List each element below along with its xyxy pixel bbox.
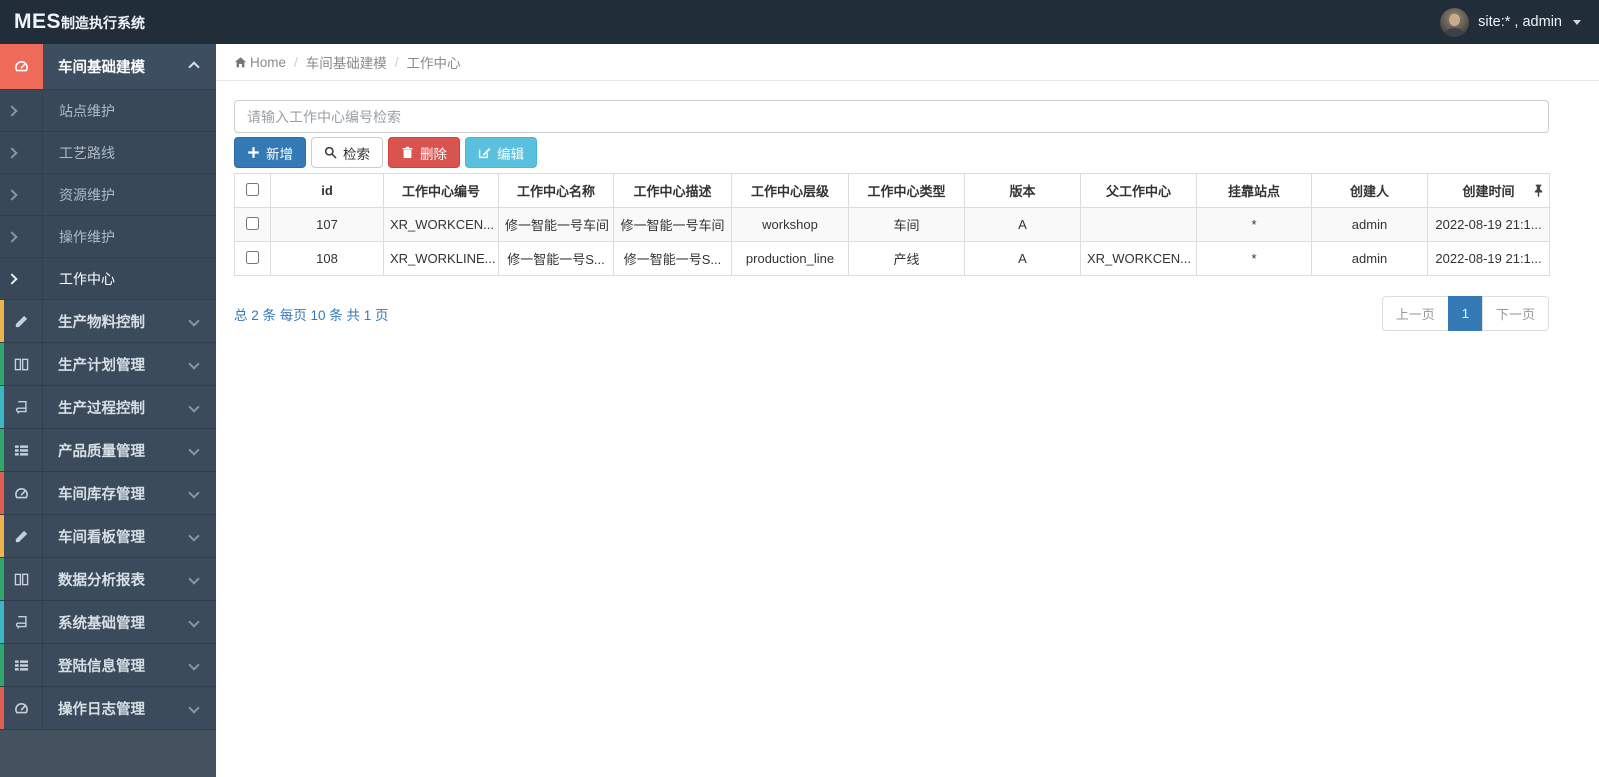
search-button[interactable]: 检索 [311,137,383,168]
trash-icon [402,146,413,159]
sidebar-item-process-control[interactable]: 生产过程控制 [0,386,216,429]
column-header-name: 工作中心名称 [498,173,614,208]
sidebar-item-kanban-management[interactable]: 车间看板管理 [0,515,216,558]
breadcrumb-group: 车间基础建模 [305,56,387,71]
plus-icon [248,147,259,158]
sidebar-subitem-station-maintenance[interactable]: 站点维护 [0,90,216,132]
avatar [1440,7,1470,37]
book-icon [0,601,43,643]
chevron-down-icon [188,401,200,413]
column-header-desc: 工作中心描述 [613,173,732,208]
table-row: 108 XR_WORKLINE... 修一智能一号S... 修一智能一号S...… [234,241,1550,276]
gauge-icon [0,44,43,89]
list-icon [0,644,43,686]
chevron-right-icon [6,230,18,243]
chevron-right-icon [6,146,18,159]
sidebar-item-quality-management[interactable]: 产品质量管理 [0,429,216,472]
column-header-id: id [270,173,384,208]
breadcrumb-home[interactable]: Home [250,55,286,70]
sidebar-item-material-control[interactable]: 生产物料控制 [0,300,216,343]
select-all-checkbox[interactable] [246,182,259,196]
sidebar-item-workshop-modeling[interactable]: 车间基础建模 [0,44,216,90]
pencil-icon [0,300,43,342]
column-header-code: 工作中心编号 [383,173,499,208]
toolbar: 新增 检索 删除 编辑 [234,137,1549,168]
chevron-right-icon [6,272,18,285]
sidebar-item-inventory-management[interactable]: 车间库存管理 [0,472,216,515]
chevron-down-icon [188,573,200,585]
column-header-level: 工作中心层级 [731,173,849,208]
sidebar-item-analytics-reports[interactable]: 数据分析报表 [0,558,216,601]
pagination: 上一页 1 下一页 [1381,296,1549,331]
sidebar-item-label: 车间基础建模 [58,60,145,76]
sidebar-item-plan-management[interactable]: 生产计划管理 [0,343,216,386]
sidebar-filler [0,730,216,777]
column-header-version: 版本 [964,173,1081,208]
chevron-right-icon [6,104,18,117]
column-header-type: 工作中心类型 [848,173,965,208]
column-header-creator: 创建人 [1311,173,1428,208]
sidebar-item-login-info-management[interactable]: 登陆信息管理 [0,644,216,687]
row-checkbox[interactable] [246,250,259,264]
table-header-row: id 工作中心编号 工作中心名称 工作中心描述 工作中心层级 工作中心类型 版本… [234,173,1550,208]
breadcrumb: Home / 车间基础建模 / 工作中心 [216,44,1599,81]
edit-button[interactable]: 编辑 [465,137,537,168]
user-menu[interactable]: site:* , admin [1440,7,1581,37]
sidebar: 车间基础建模 站点维护 工艺路线 资源维护 操作维护 工作中心 生产物料控制 生… [0,44,216,777]
row-checkbox[interactable] [246,216,259,230]
chevron-down-icon [188,702,200,714]
column-header-parent: 父工作中心 [1080,173,1197,208]
chevron-up-icon [188,60,200,73]
app-logo: MES制造执行系统 [0,10,216,34]
user-label: site:* , admin [1478,14,1562,30]
page-1-button[interactable]: 1 [1447,296,1483,331]
gauge-icon [0,472,43,514]
sidebar-subitem-operation-maintenance[interactable]: 操作维护 [0,216,216,258]
chevron-down-icon [188,530,200,542]
book-icon [0,386,43,428]
sidebar-submenu: 站点维护 工艺路线 资源维护 操作维护 工作中心 [0,90,216,300]
topbar: MES制造执行系统 site:* , admin [0,0,1599,44]
search-icon [324,146,337,159]
column-header-station: 挂靠站点 [1196,173,1312,208]
delete-button[interactable]: 删除 [388,137,460,168]
sidebar-subitem-resource-maintenance[interactable]: 资源维护 [0,174,216,216]
caret-down-icon [1573,19,1581,25]
columns-icon [0,558,43,600]
breadcrumb-current: 工作中心 [406,56,461,71]
chevron-down-icon [188,358,200,370]
next-page-button[interactable]: 下一页 [1481,296,1549,331]
home-icon [234,56,247,69]
chevron-down-icon [188,315,200,327]
chevron-down-icon [188,487,200,499]
add-button[interactable]: 新增 [234,137,306,168]
chevron-down-icon [188,444,200,456]
search-input[interactable] [234,100,1549,133]
sidebar-subitem-work-center[interactable]: 工作中心 [0,258,216,300]
sidebar-item-system-management[interactable]: 系统基础管理 [0,601,216,644]
work-center-table: id 工作中心编号 工作中心名称 工作中心描述 工作中心层级 工作中心类型 版本… [234,173,1550,276]
edit-icon [478,148,491,159]
pin-icon[interactable] [1533,184,1544,197]
pagination-summary: 总 2 条 每页 10 条 共 1 页 [234,307,389,323]
prev-page-button[interactable]: 上一页 [1381,296,1449,331]
gauge-icon [0,687,43,729]
chevron-right-icon [6,188,18,201]
chevron-down-icon [188,616,200,628]
chevron-down-icon [188,659,200,671]
sidebar-item-operation-log-management[interactable]: 操作日志管理 [0,687,216,730]
columns-icon [0,343,43,385]
table-row: 107 XR_WORKCEN... 修一智能一号车间 修一智能一号车间 work… [234,207,1550,242]
column-header-created: 创建时间 [1427,173,1550,208]
list-icon [0,429,43,471]
logo-suffix: 制造执行系统 [61,15,146,31]
sidebar-subitem-process-route[interactable]: 工艺路线 [0,132,216,174]
pencil-icon [0,515,43,557]
logo-mes: MES [14,10,62,33]
